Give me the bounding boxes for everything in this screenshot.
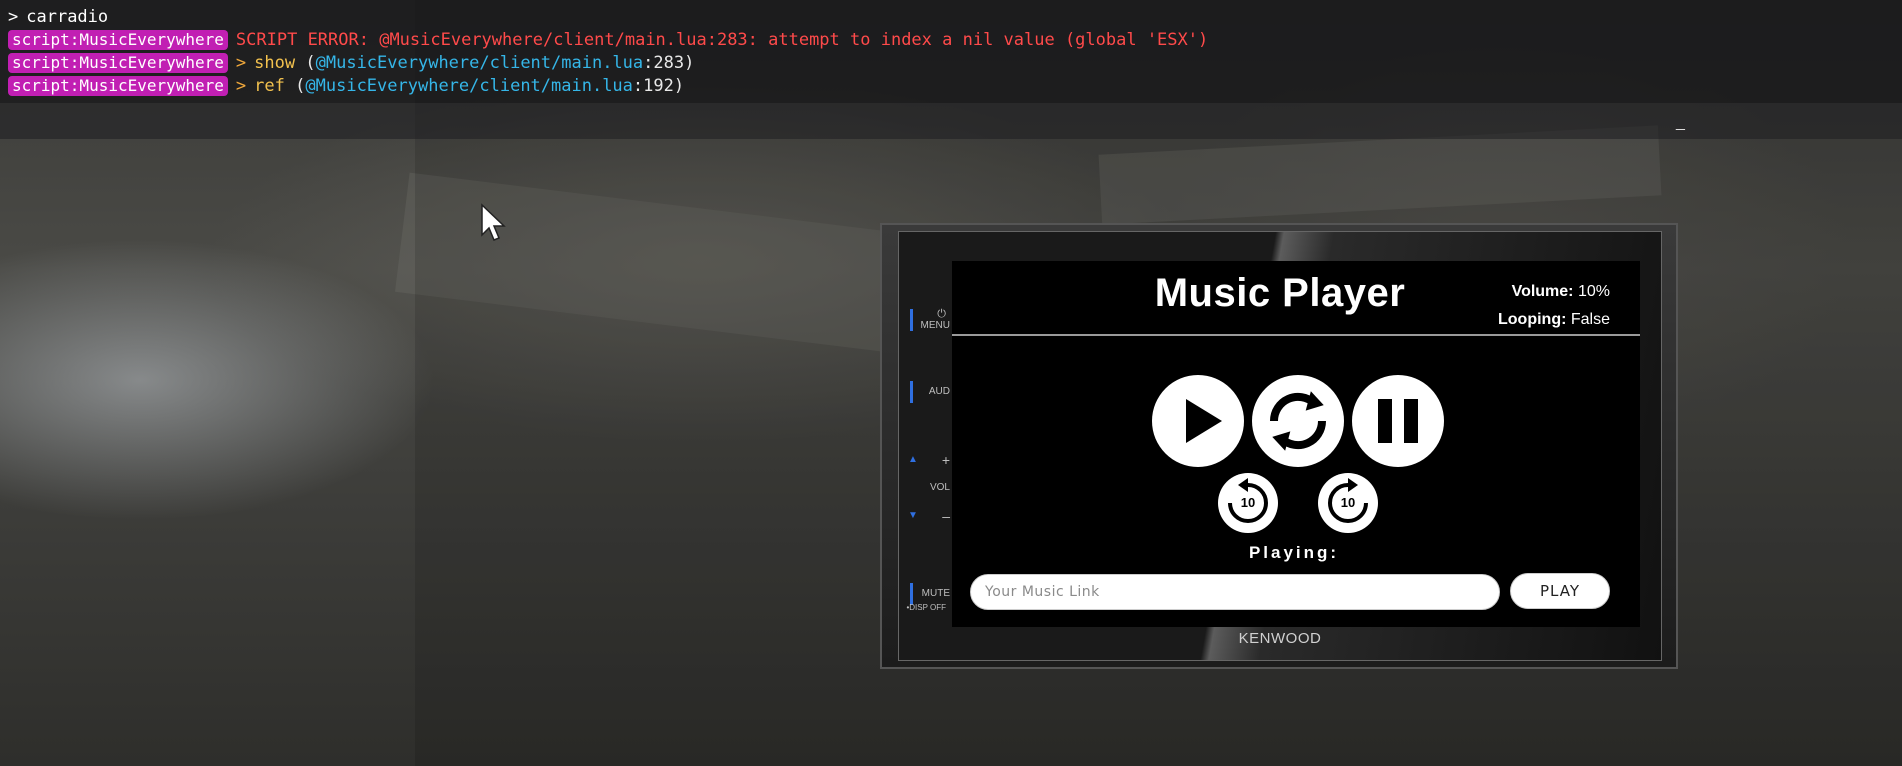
forward-10-label: 10 <box>1340 495 1356 510</box>
pause-button[interactable] <box>1352 375 1444 467</box>
trace-open-paren: ( <box>305 53 316 73</box>
radio-side-controls: ⏻ MENU AUD ▲ + VOL ▼ – MUTE •DISP OFF <box>906 285 950 615</box>
now-playing-label: Playing: <box>1248 543 1340 562</box>
play-icon <box>1186 399 1222 443</box>
rewind-10-button[interactable]: 10 <box>1218 473 1278 533</box>
script-tag: script:MusicEverywhere <box>8 30 228 50</box>
prompt-caret: > <box>8 7 19 27</box>
trace-caret: > <box>235 76 247 96</box>
console-command-line: > carradio <box>8 6 108 28</box>
mouse-cursor-icon <box>480 203 506 248</box>
play-control-button[interactable] <box>1152 375 1244 467</box>
music-player-screen: Music Player Volume: 10% Looping: False … <box>952 261 1640 627</box>
console-input-bar[interactable] <box>0 103 1902 139</box>
trace-path: @MusicEverywhere/client/main.lua <box>305 76 633 96</box>
loop-button[interactable] <box>1252 375 1344 467</box>
volume-up-button[interactable]: ▲ + <box>906 449 950 474</box>
vol-minus-label: – <box>942 508 950 524</box>
trace-caret: > <box>235 53 247 73</box>
minimize-button[interactable]: _ <box>1676 114 1685 132</box>
trace-function: ref <box>254 76 285 96</box>
divider <box>952 334 1640 336</box>
music-link-input[interactable] <box>970 574 1500 610</box>
console-command: carradio <box>26 7 109 27</box>
player-status: Volume: 10% Looping: False <box>1498 278 1610 334</box>
volume-down-button[interactable]: ▼ – <box>906 505 950 530</box>
up-arrow-icon: ▲ <box>908 454 918 465</box>
mute-label: MUTE <box>921 588 950 599</box>
script-tag: script:MusicEverywhere <box>8 53 228 73</box>
down-arrow-icon: ▼ <box>908 510 918 521</box>
trace-line-number: :283) <box>643 53 695 73</box>
brand-logo: KENWOOD <box>1238 630 1322 647</box>
loop-icon <box>1269 391 1327 451</box>
menu-button[interactable]: ⏻ MENU <box>906 309 950 331</box>
play-button[interactable]: PLAY <box>1510 573 1610 609</box>
vol-label: VOL <box>929 482 950 493</box>
trace-function: show <box>254 53 296 73</box>
trace-path: @MusicEverywhere/client/main.lua <box>315 53 644 73</box>
error-message: SCRIPT ERROR: @MusicEverywhere/client/ma… <box>235 30 1209 50</box>
script-tag: script:MusicEverywhere <box>8 76 228 96</box>
trace-line-number: :192) <box>632 76 685 96</box>
aud-button[interactable]: AUD <box>906 381 950 403</box>
aud-label: AUD <box>928 386 950 397</box>
disp-off-label: •DISP OFF <box>906 603 946 612</box>
trace-open-paren: ( <box>295 76 306 96</box>
vol-plus-label: + <box>941 452 950 468</box>
console-trace-line: script:MusicEverywhere > show (@MusicEvery… <box>8 52 694 74</box>
dev-console: > carradio script:MusicEverywhere SCRIPT E… <box>0 0 1902 103</box>
forward-10-button[interactable]: 10 <box>1318 473 1378 533</box>
rewind-10-label: 10 <box>1240 495 1256 510</box>
volume-status: Volume: 10% <box>1511 283 1610 300</box>
pause-icon <box>1378 399 1418 443</box>
console-trace-line: script:MusicEverywhere > ref (@MusicEveryw… <box>8 75 684 97</box>
looping-status: Looping: False <box>1498 311 1610 328</box>
console-error-line: script:MusicEverywhere SCRIPT ERROR: @Mus… <box>8 29 1208 51</box>
mute-button[interactable]: MUTE <box>906 583 950 605</box>
